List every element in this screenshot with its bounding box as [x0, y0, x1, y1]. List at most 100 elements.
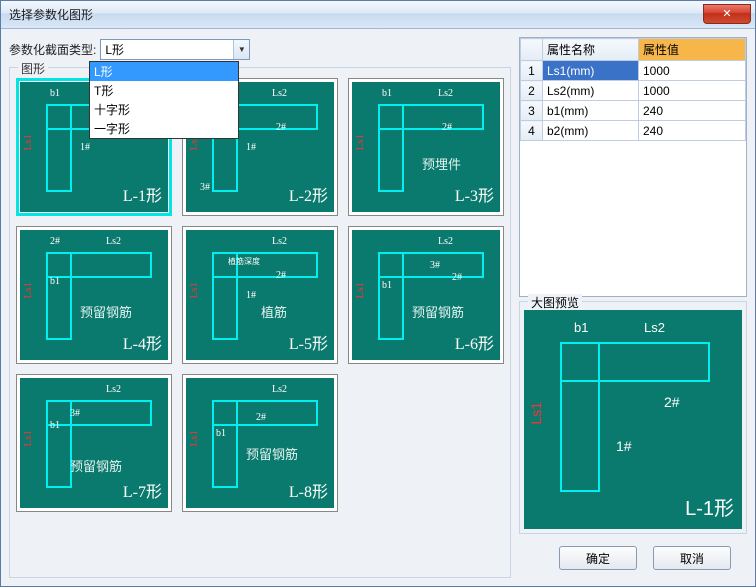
prop-name: b1(mm): [543, 101, 639, 121]
dim-b1: b1: [50, 88, 60, 99]
prop-value[interactable]: 240: [639, 121, 746, 141]
left-column: 参数化截面类型: L形 ▼ L形 T形 十字形 一字形 图形: [9, 37, 511, 578]
button-row: 确定 取消: [519, 538, 747, 578]
preview-2: 2#: [664, 394, 680, 410]
thumb-l6[interactable]: Ls1 Ls2 3# 2# b1 预留钢筋 L-6形: [348, 226, 504, 364]
dialog-window: 选择参数化图形 ✕ 参数化截面类型: L形 ▼ L形 T形 十字形 一字形: [0, 0, 756, 587]
thumb-l6-text: 预留钢筋: [412, 302, 464, 321]
thumb-l8-canvas: Ls1 Ls2 2# b1 预留钢筋 L-8形: [186, 378, 334, 508]
prop-name: b2(mm): [543, 121, 639, 141]
thumb-l7[interactable]: Ls1 Ls2 3# b1 预留钢筋 L-7形: [16, 374, 172, 512]
dim-zj: 植筋深度: [228, 256, 260, 267]
table-row[interactable]: 4 b2(mm) 240: [521, 121, 746, 141]
row-index: 2: [521, 81, 543, 101]
table-row[interactable]: 3 b1(mm) 240: [521, 101, 746, 121]
window-title: 选择参数化图形: [9, 6, 93, 23]
thumb-l5[interactable]: Ls1 Ls2 植筋深度 2# 1# 植筋 L-5形: [182, 226, 338, 364]
thumb-l7-canvas: Ls1 Ls2 3# b1 预留钢筋 L-7形: [20, 378, 168, 508]
type-option-line[interactable]: 一字形: [90, 119, 238, 138]
thumb-grid: Ls1 b1 Ls2 1# 2# L-1形 Ls1: [16, 78, 504, 512]
thumb-l6-label: L-6形: [455, 330, 494, 354]
dim-ls1: Ls1: [22, 134, 34, 151]
right-column: 属性名称 属性值 1 Ls1(mm) 1000 2 Ls2(mm): [519, 37, 747, 578]
dim-ls2: Ls2: [438, 236, 453, 247]
dim-b1: b1: [50, 420, 60, 431]
dim-ls2: Ls2: [106, 384, 121, 395]
dim-ls1: Ls1: [354, 282, 366, 299]
thumb-l3-canvas: Ls1 b1 Ls2 2# 预埋件 L-3形: [352, 82, 500, 212]
dim-ls2: Ls2: [272, 384, 287, 395]
table-row[interactable]: 1 Ls1(mm) 1000: [521, 61, 746, 81]
dim-ls1: Ls1: [354, 134, 366, 151]
dim-2: 2#: [276, 270, 286, 281]
row-index: 1: [521, 61, 543, 81]
preview-label: L-1形: [685, 492, 734, 521]
preview-b1: b1: [574, 320, 588, 335]
dim-2: 2#: [256, 412, 266, 423]
dim-3: 3#: [200, 182, 210, 193]
dim-1: 1#: [80, 142, 90, 153]
value-header[interactable]: 属性值: [639, 39, 746, 61]
thumb-l5-canvas: Ls1 Ls2 植筋深度 2# 1# 植筋 L-5形: [186, 230, 334, 360]
dim-1: 1#: [246, 290, 256, 301]
preview-canvas: Ls1 b1 Ls2 2# 1# L-1形: [524, 310, 742, 529]
name-header[interactable]: 属性名称: [543, 39, 639, 61]
dim-1: 1#: [246, 142, 256, 153]
preview-legend: 大图预览: [528, 294, 582, 311]
close-button[interactable]: ✕: [703, 4, 751, 24]
type-option-l[interactable]: L形: [90, 62, 238, 81]
dim-ls1: Ls1: [22, 282, 34, 299]
thumb-l3[interactable]: Ls1 b1 Ls2 2# 预埋件 L-3形: [348, 78, 504, 216]
thumb-l4-canvas: Ls1 2# Ls2 b1 预留钢筋 L-4形: [20, 230, 168, 360]
type-selector-row: 参数化截面类型: L形 ▼ L形 T形 十字形 一字形: [9, 37, 511, 61]
rownum-header: [521, 39, 543, 61]
preview-ls1: Ls1: [528, 402, 544, 425]
titlebar: 选择参数化图形 ✕: [1, 1, 755, 29]
thumb-l7-text: 预留钢筋: [70, 456, 122, 475]
thumb-l4-label: L-4形: [123, 330, 162, 354]
thumb-l8-label: L-8形: [289, 478, 328, 502]
prop-value[interactable]: 1000: [639, 61, 746, 81]
cancel-button[interactable]: 取消: [653, 546, 731, 570]
dim-ls1: Ls1: [188, 430, 200, 447]
thumb-l6-canvas: Ls1 Ls2 3# 2# b1 预留钢筋 L-6形: [352, 230, 500, 360]
dim-b1: b1: [382, 280, 392, 291]
thumb-l2-label: L-2形: [289, 182, 328, 206]
dim-ls2: Ls2: [438, 88, 453, 99]
prop-value[interactable]: 240: [639, 101, 746, 121]
dim-b1: b1: [382, 88, 392, 99]
dim-b1: b1: [216, 428, 226, 439]
dim-ls1: Ls1: [188, 282, 200, 299]
shapes-fieldset: 图形 Ls1 b1 Ls2 1# 2# L-1形: [9, 67, 511, 578]
type-option-cross[interactable]: 十字形: [90, 100, 238, 119]
ok-button[interactable]: 确定: [559, 546, 637, 570]
dim-3: 3#: [70, 408, 80, 419]
dim-ls1: Ls1: [22, 430, 34, 447]
row-index: 4: [521, 121, 543, 141]
thumb-l7-label: L-7形: [123, 478, 162, 502]
thumb-l5-label: L-5形: [289, 330, 328, 354]
thumb-l4[interactable]: Ls1 2# Ls2 b1 预留钢筋 L-4形: [16, 226, 172, 364]
type-dropdown-list: L形 T形 十字形 一字形: [89, 61, 239, 139]
table-row[interactable]: 2 Ls2(mm) 1000: [521, 81, 746, 101]
combobox-value: L形: [105, 41, 124, 58]
type-option-t[interactable]: T形: [90, 81, 238, 100]
dim-3: 3#: [430, 260, 440, 271]
dim-ls2: Ls2: [272, 236, 287, 247]
dim-2: 2#: [442, 122, 452, 133]
thumb-l3-label: L-3形: [455, 182, 494, 206]
thumb-l8[interactable]: Ls1 Ls2 2# b1 预留钢筋 L-8形: [182, 374, 338, 512]
prop-name: Ls1(mm): [543, 61, 639, 81]
thumb-l1-label: L-1形: [123, 182, 162, 206]
chevron-down-icon: ▼: [233, 40, 249, 59]
thumb-l5-text: 植筋: [261, 302, 287, 321]
prop-value[interactable]: 1000: [639, 81, 746, 101]
type-combobox[interactable]: L形 ▼: [100, 39, 250, 60]
preview-1: 1#: [616, 438, 632, 454]
dim-2: 2#: [452, 272, 462, 283]
type-label: 参数化截面类型:: [9, 41, 96, 58]
prop-name: Ls2(mm): [543, 81, 639, 101]
dim-ls2: Ls2: [106, 236, 121, 247]
preview-ls2: Ls2: [644, 320, 665, 335]
dim-b1: b1: [50, 276, 60, 287]
